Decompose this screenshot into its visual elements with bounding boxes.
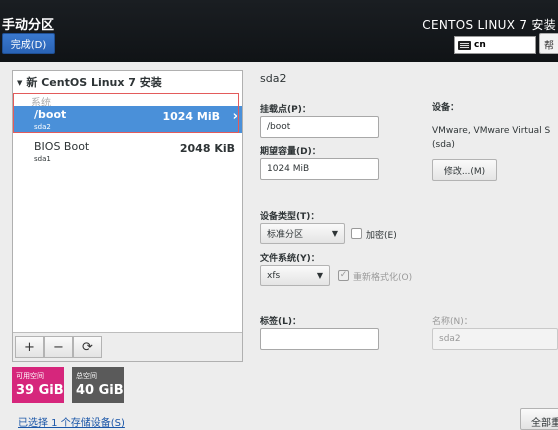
partition-tree-panel: ▼ 新 CentOS Linux 7 安装 系统 /boot sda2 1024 …: [12, 70, 243, 362]
mount-point-label: 挂载点(P)：: [260, 105, 311, 115]
reformat-checkbox: ✓: [338, 270, 349, 281]
keyboard-layout-label: cn: [474, 40, 486, 50]
partition-device: sda1: [34, 155, 51, 163]
mount-point-input[interactable]: /boot: [260, 116, 379, 138]
add-partition-button[interactable]: +: [15, 336, 44, 358]
device-name: VMware, VMware Virtual S: [432, 126, 551, 136]
capacity-label: 期望容量(D)：: [260, 147, 321, 157]
keyboard-layout-indicator[interactable]: cn: [454, 36, 536, 54]
partition-size: 1024 MiB: [162, 110, 220, 123]
tag-input[interactable]: [260, 328, 379, 350]
available-space-box: 可用空间 39 GiB: [12, 367, 64, 403]
total-space-value: 40 GiB: [76, 383, 124, 398]
tree-root-label: 新 CentOS Linux 7 安装: [26, 76, 162, 89]
encrypt-checkbox[interactable]: [351, 228, 362, 239]
partition-detail-title: sda2: [260, 72, 287, 85]
partition-mount: BIOS Boot: [34, 140, 90, 153]
refresh-icon[interactable]: ⟳: [73, 336, 102, 358]
dropdown-arrow-icon: ▼: [316, 271, 323, 280]
dropdown-arrow-icon: ▼: [331, 229, 338, 238]
device-id: (sda): [432, 140, 455, 150]
device-type-label: 设备类型(T)：: [260, 212, 320, 222]
available-space-value: 39 GiB: [16, 383, 64, 398]
top-bar: 手动分区 完成(D) CENTOS LINUX 7 安装 cn 帮: [0, 0, 558, 62]
selected-storage-link[interactable]: 已选择 1 个存储设备(S): [18, 414, 125, 429]
help-button[interactable]: 帮: [539, 33, 558, 54]
total-space-box: 总空间 40 GiB: [72, 367, 124, 403]
keyboard-icon: [458, 40, 471, 50]
encrypt-label: 加密(E): [366, 231, 397, 241]
tag-label: 标签(L)：: [260, 317, 301, 327]
product-title: CENTOS LINUX 7 安装: [422, 18, 556, 32]
partition-size: 2048 KiB: [179, 142, 235, 155]
total-space-label: 总空间: [76, 372, 97, 380]
tree-root[interactable]: ▼ 新 CentOS Linux 7 安装: [17, 74, 162, 90]
filesystem-value: xfs: [267, 270, 281, 281]
available-space-label: 可用空间: [16, 372, 44, 380]
partition-toolbar: + − ⟳: [13, 332, 242, 361]
reformat-label: 重新格式化(O): [353, 273, 413, 283]
filesystem-label: 文件系统(Y)：: [260, 254, 320, 264]
capacity-input[interactable]: 1024 MiB: [260, 158, 379, 180]
device-label: 设备：: [432, 103, 460, 113]
device-info: VMware, VMware Virtual S (sda): [432, 124, 550, 152]
done-button[interactable]: 完成(D): [2, 33, 55, 54]
remove-partition-button[interactable]: −: [44, 336, 73, 358]
device-type-value: 标准分区: [267, 230, 304, 240]
filesystem-select[interactable]: xfs ▼: [260, 265, 330, 286]
chevron-right-icon: ›: [232, 109, 238, 124]
page-title: 手动分区: [2, 18, 55, 33]
partition-device: sda2: [34, 123, 51, 131]
name-input: sda2: [432, 328, 558, 350]
modify-button[interactable]: 修改...(M): [432, 159, 497, 181]
partition-mount: /boot: [34, 108, 67, 121]
expander-triangle-icon[interactable]: ▼: [17, 79, 22, 87]
partition-row-boot[interactable]: /boot sda2 1024 MiB ›: [13, 106, 242, 133]
partition-row-bios-boot[interactable]: BIOS Boot sda1 2048 KiB: [13, 139, 242, 165]
reset-all-button[interactable]: 全部重: [520, 408, 558, 430]
device-type-select[interactable]: 标准分区 ▼: [260, 223, 345, 244]
name-label: 名称(N)：: [432, 317, 473, 327]
